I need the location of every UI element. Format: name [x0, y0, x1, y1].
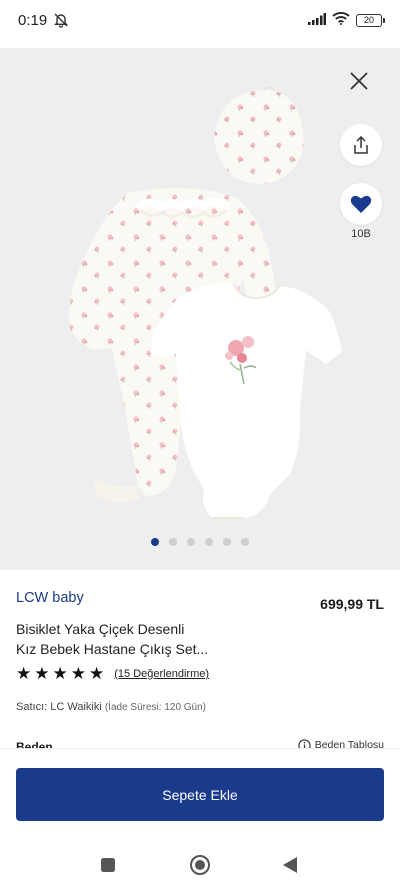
info-icon: [298, 738, 311, 748]
star-icon: ★: [34, 664, 50, 683]
carousel-dot[interactable]: [241, 538, 249, 546]
product-title-line-1: Bisiklet Yaka Çiçek Desenli: [16, 621, 185, 637]
status-bar: 0:19 20: [0, 0, 400, 40]
size-chart-label: Beden Tablosu: [314, 739, 384, 748]
battery-icon: 20: [356, 13, 385, 27]
carousel-indicator: [0, 538, 400, 546]
size-chart-link[interactable]: Beden Tablosu: [298, 737, 384, 748]
star-icon: ★: [89, 664, 105, 683]
product-title-line-2: Kız Bebek Hastane Çıkış Set...: [16, 641, 209, 657]
signal-icon: [308, 12, 326, 29]
reviews-link[interactable]: (15 Değerlendirme): [114, 668, 209, 680]
carousel-dot[interactable]: [187, 538, 195, 546]
carousel-dot[interactable]: [205, 538, 213, 546]
add-to-cart-button[interactable]: Sepete Ekle: [16, 768, 384, 821]
carousel-dot[interactable]: [169, 538, 177, 546]
nav-back-icon: [283, 857, 297, 873]
nav-recents-icon: [101, 858, 115, 872]
star-icon: ★: [16, 664, 32, 683]
seller-name: Satıcı: LC Waikiki: [16, 701, 102, 713]
product-image-carousel[interactable]: 10B: [0, 48, 400, 570]
nav-home-button[interactable]: [189, 854, 211, 876]
size-label: Beden: [16, 740, 53, 748]
wifi-icon: [332, 11, 350, 29]
carousel-dot[interactable]: [151, 538, 159, 546]
product-illustration: [69, 86, 342, 519]
size-row: Beden Beden Tablosu: [16, 736, 384, 748]
star-icon: ★: [70, 664, 86, 683]
share-icon: [354, 135, 368, 154]
price: 699,99 TL: [320, 596, 384, 612]
seller-info: Satıcı: LC Waikiki (İade Süresi: 120 Gün…: [16, 701, 384, 713]
product-title: Bisiklet Yaka Çiçek Desenli Kız Bebek Ha…: [16, 619, 384, 659]
nav-recents-button[interactable]: [100, 857, 116, 873]
status-time: 0:19: [18, 11, 48, 29]
rating-stars: ★ ★ ★ ★ ★: [16, 665, 104, 683]
favorite-button[interactable]: [340, 183, 382, 225]
bell-off-icon: [53, 12, 69, 28]
nav-home-icon: [190, 855, 210, 875]
system-nav-bar: [0, 849, 400, 879]
brand-link[interactable]: LCW baby: [16, 590, 84, 606]
heart-icon: [350, 195, 372, 213]
product-info: LCW baby 699,99 TL Bisiklet Yaka Çiçek D…: [0, 570, 400, 748]
close-icon: [350, 72, 368, 90]
battery-level: 20: [363, 14, 374, 25]
return-period: (İade Süresi: 120 Gün): [104, 702, 207, 713]
close-button[interactable]: [342, 64, 376, 98]
brand-price-row: LCW baby 699,99 TL: [16, 590, 384, 612]
star-icon: ★: [52, 664, 68, 683]
favorite-count: 10B: [351, 228, 371, 240]
bottom-panel: Sepete Ekle: [0, 748, 400, 888]
rating-row: ★ ★ ★ ★ ★ (15 Değerlendirme): [16, 665, 384, 683]
share-button[interactable]: [340, 124, 382, 166]
nav-back-button[interactable]: [282, 856, 298, 874]
carousel-dot[interactable]: [223, 538, 231, 546]
